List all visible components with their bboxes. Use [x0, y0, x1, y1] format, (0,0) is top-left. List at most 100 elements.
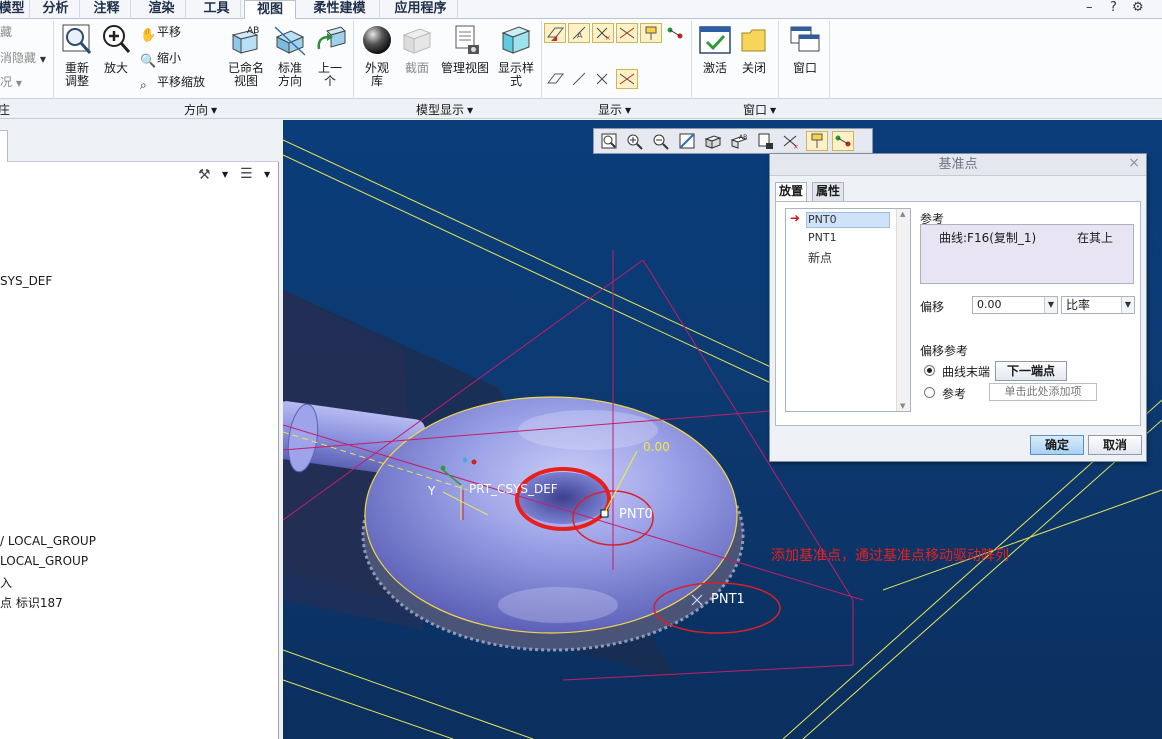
group-label-orientation[interactable]: 方向 ▼ [184, 101, 217, 118]
tree-item-insert[interactable]: 入 [0, 574, 12, 591]
gt-spin-center[interactable] [832, 131, 854, 151]
tab-applications[interactable]: 应用程序 [384, 0, 458, 19]
close-icon[interactable]: × [1128, 155, 1140, 171]
help-icon[interactable]: ? [1110, 0, 1117, 15]
tree-columns-icon[interactable]: ☰ [240, 166, 253, 182]
tree-settings-dropdown-icon[interactable]: ▼ [222, 170, 228, 179]
offset-value-field[interactable]: 0.00 ▼ [972, 296, 1058, 314]
gt-repaint[interactable] [676, 131, 698, 151]
previous-view-label: 上一 个 [317, 61, 342, 88]
annotation-display-toggle[interactable] [640, 23, 662, 43]
gt-zoom-out[interactable] [650, 131, 672, 151]
reference-collector[interactable]: 曲线:F16(复制_1) 在其上 [920, 224, 1134, 284]
reference-item[interactable]: 曲线:F16(复制_1) [939, 229, 1036, 246]
model-tree-tab[interactable] [0, 130, 8, 162]
point-tag-toggle[interactable] [592, 69, 614, 89]
tree-item-point[interactable]: 点 标识187 [0, 594, 63, 611]
offset-value-label[interactable]: 0.00 [643, 440, 670, 454]
plane-tag-toggle[interactable] [544, 69, 566, 89]
manage-views-button[interactable]: 管理视图 [438, 23, 492, 75]
offset-value-dropdown-icon[interactable]: ▼ [1044, 297, 1057, 313]
group-label-show[interactable]: 显示 ▼ [598, 101, 631, 118]
ok-button[interactable]: 确定 [1030, 435, 1084, 455]
tab-model[interactable]: 模型 [0, 0, 30, 19]
refit-button[interactable]: 重新 调整 [58, 23, 96, 88]
tab-properties[interactable]: 属性 [812, 182, 845, 201]
annotation-icon [645, 26, 657, 40]
tab-view[interactable]: 视图 [244, 0, 296, 20]
tab-tools[interactable]: 工具 [193, 0, 241, 19]
gt-zoom-out-icon [653, 134, 669, 150]
next-end-button[interactable]: 下一端点 [995, 361, 1067, 381]
close-window-label: 关闭 [741, 61, 766, 75]
close-window-button[interactable]: 关闭 [736, 23, 772, 75]
minimize-icon[interactable]: – [1086, 0, 1093, 15]
group-label-model-display[interactable]: 模型显示 ▼ [416, 101, 473, 118]
gt-view-manager-icon [758, 133, 773, 149]
point-display-toggle[interactable]: × [592, 23, 614, 43]
tab-analysis[interactable]: 分析 [32, 0, 80, 19]
curve-end-radio[interactable] [924, 365, 935, 376]
gt-refit[interactable] [598, 131, 620, 151]
offset-type-dropdown-icon[interactable]: ▼ [1121, 297, 1134, 313]
status-item-partial[interactable]: 况 ▼ [0, 75, 22, 91]
csys-tag-toggle[interactable] [616, 69, 638, 89]
point-list[interactable]: ➜ PNT0 PNT1 新点 ▲ ▼ [785, 208, 911, 412]
reference-constraint[interactable]: 在其上 [1077, 229, 1113, 246]
appearance-gallery-button[interactable]: 外观 库 [358, 23, 396, 88]
tab-placement[interactable]: 放置 [775, 182, 808, 202]
zoom-out-button[interactable]: 🔍缩小 [140, 51, 181, 69]
offset-type-select[interactable]: 比率 ▼ [1061, 296, 1135, 314]
point-item-pnt1[interactable]: PNT1 [808, 231, 837, 244]
hide-item-partial[interactable]: 藏 [0, 25, 12, 40]
plane-display-toggle[interactable]: ◢ [544, 23, 566, 43]
section-button[interactable]: 截面 [398, 23, 436, 75]
cancel-button[interactable]: 取消 [1088, 435, 1142, 455]
group-label-window[interactable]: 窗口 ▼ [743, 101, 776, 118]
datum-display-toggles: ◢ A × [544, 23, 690, 95]
tree-columns-dropdown-icon[interactable]: ▼ [264, 170, 270, 179]
add-reference-field[interactable]: 单击此处添加项 [989, 383, 1097, 401]
appearance-gallery-label: 外观 库 [364, 61, 389, 88]
scroll-up-icon[interactable]: ▲ [900, 210, 905, 218]
pan-zoom-button[interactable]: ⌕ 平移缩放 [140, 75, 205, 92]
scroll-down-icon[interactable]: ▼ [900, 402, 905, 410]
tree-item-local-group-2[interactable]: LOCAL_GROUP [0, 554, 88, 568]
gt-zoom-in-icon [627, 134, 643, 150]
previous-view-button[interactable]: 上一 个 [312, 23, 348, 88]
section-label: 截面 [404, 61, 429, 75]
tree-settings-icon[interactable]: ⚒ [198, 167, 211, 183]
point-item-new[interactable]: 新点 [808, 249, 832, 266]
tree-item-local-group-1[interactable]: / LOCAL_GROUP [0, 534, 96, 548]
axis-display-toggle[interactable]: A [568, 23, 590, 43]
ribbon-group-labels: 庄 方向 ▼ 模型显示 ▼ 显示 ▼ 窗口 ▼ [0, 99, 1162, 119]
standard-orientation-button[interactable]: 标准 方向 [270, 23, 310, 88]
spin-center-toggle[interactable] [664, 23, 686, 43]
point-item-pnt0[interactable]: PNT0 [808, 213, 837, 226]
tab-annotate[interactable]: 注释 [83, 0, 131, 19]
reference-radio[interactable] [924, 387, 935, 398]
svg-text:×: × [793, 143, 799, 150]
display-style-button[interactable]: 显示样 式 [494, 23, 538, 88]
window-button[interactable]: 窗口 [785, 23, 825, 75]
named-view-button[interactable]: AB 已命名 视图 [224, 23, 268, 88]
csys-display-toggle[interactable] [616, 23, 638, 43]
tree-item-csys[interactable]: SYS_DEF [0, 274, 52, 288]
gt-view-manager[interactable] [754, 131, 776, 151]
gt-zoom-in[interactable] [624, 131, 646, 151]
activate-window-button[interactable]: 激活 [696, 23, 734, 75]
point-list-scrollbar[interactable]: ▲ ▼ [896, 209, 910, 411]
pan-button[interactable]: ✋平移 [140, 25, 181, 43]
zoom-in-button[interactable]: 放大 [99, 23, 133, 75]
reference-option-label: 参考 [942, 387, 967, 401]
settings-icon[interactable]: ⚙ [1132, 0, 1144, 15]
tab-flexible-modeling[interactable]: 柔性建模 [300, 0, 380, 19]
tab-render[interactable]: 渲染 [138, 0, 186, 19]
gt-display-style[interactable] [702, 131, 724, 151]
unhide-item-partial[interactable]: 消隐藏 ▼ [0, 51, 46, 67]
gt-saved-views[interactable]: AB [728, 131, 750, 151]
gt-annotation-display[interactable] [806, 131, 828, 151]
axis-tag-toggle[interactable] [568, 69, 590, 89]
gt-datum-display[interactable]: × [780, 131, 802, 151]
refit-label: 重新 调整 [64, 61, 89, 88]
